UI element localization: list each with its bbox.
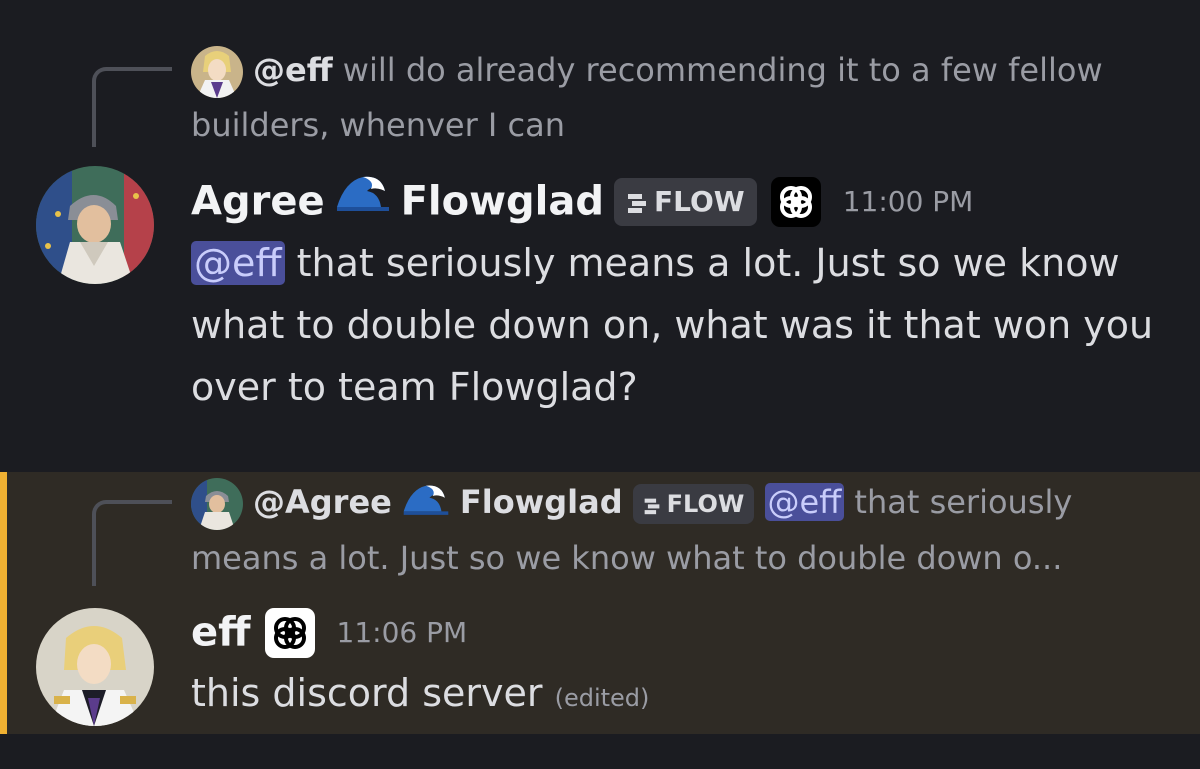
message-header: eff 11:06 PM [191,602,467,662]
message-eff: @Agree Flowglad FLOW @eff that seriously … [0,472,1200,734]
message-content: @eff that seriously means a lot. Just so… [191,232,1181,418]
wave-emoji-icon [335,167,391,236]
reply-user-mention[interactable]: @eff [764,483,845,521]
reply-server-tag-label: FLOW [666,490,745,518]
message-agree: @eff will do already recommending it to … [0,0,1200,472]
user-mention[interactable]: @eff [191,241,285,285]
wave-emoji-icon [402,477,450,531]
avatar[interactable] [36,608,154,726]
reply-author[interactable]: @Agree [253,483,392,521]
reply-avatar[interactable] [191,46,243,98]
reply-text-line2: means a lot. Just so we know what to dou… [191,539,1063,577]
reply-server-tag[interactable]: FLOW [632,484,755,524]
timestamp[interactable]: 11:00 PM [843,185,974,218]
reply-preview[interactable]: @eff will do already recommending it to … [191,43,1181,152]
interlock-badge-icon[interactable] [770,176,821,227]
author-name[interactable]: Agree [191,179,325,225]
server-tag[interactable]: FLOW [614,177,757,226]
server-name[interactable]: Flowglad [401,179,604,225]
chat-bottom-area [0,734,1200,769]
message-header: Agree Flowglad FLOW 11:00 PM [191,167,973,227]
reply-avatar[interactable] [191,478,243,530]
server-tag-label: FLOW [654,184,745,218]
edited-label: (edited) [554,684,650,712]
message-text: this discord server [191,671,543,715]
reply-spine [92,500,172,586]
reply-preview[interactable]: @Agree Flowglad FLOW @eff that seriously … [191,475,1181,585]
reply-text-line1: that seriously [854,483,1073,521]
avatar[interactable] [36,166,154,284]
timestamp[interactable]: 11:06 PM [337,616,468,649]
reply-author[interactable]: @eff [253,51,333,89]
flow-tag-icon [626,181,648,213]
message-content: this discord server (edited) [191,662,1181,729]
flow-tag-icon [643,487,661,515]
interlock-badge-icon[interactable] [264,607,315,658]
author-name[interactable]: eff [191,610,251,656]
reply-spine [92,67,172,147]
mention-highlight-bar [0,472,7,734]
reply-server-name[interactable]: Flowglad [460,483,623,521]
message-text: that seriously means a lot. Just so we k… [191,241,1154,409]
